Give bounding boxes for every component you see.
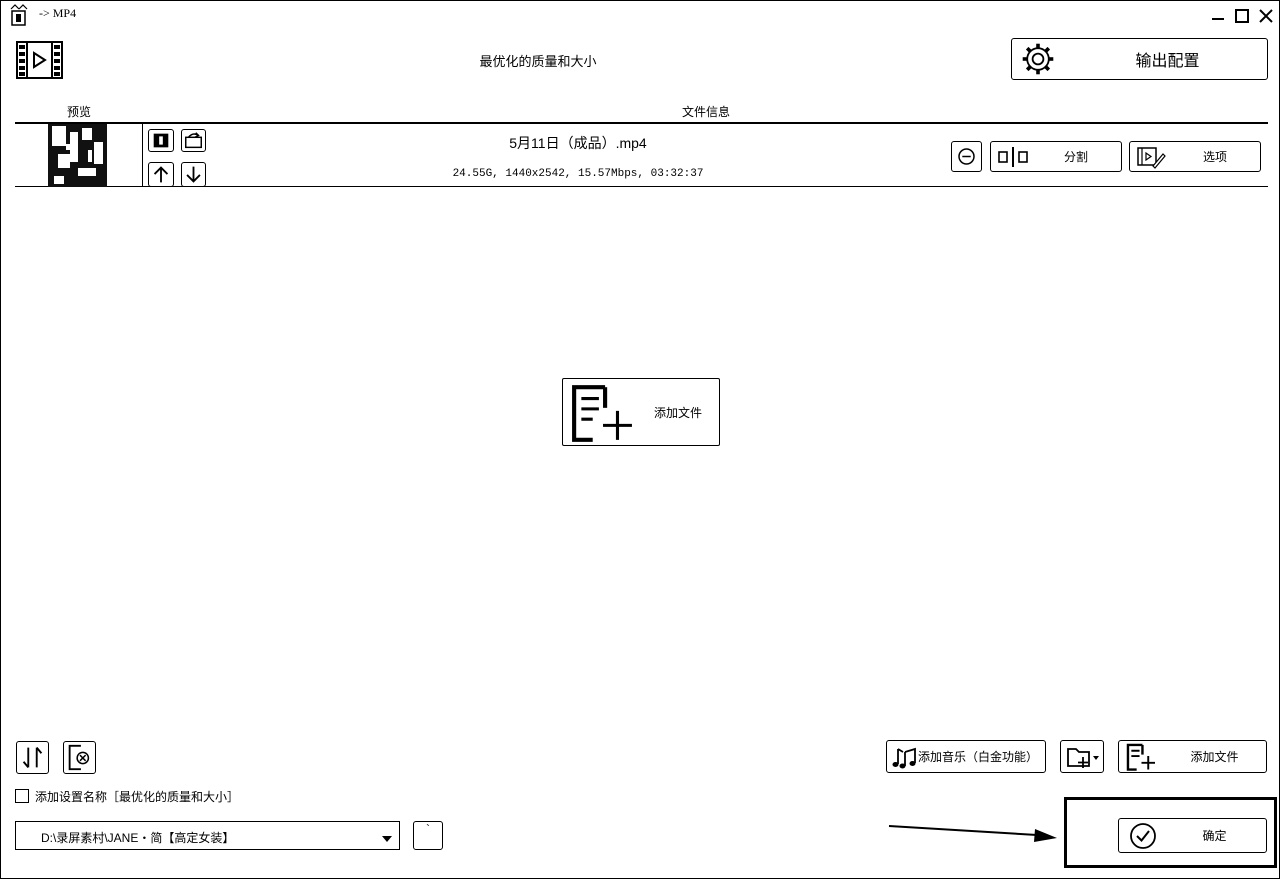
arrow-down-icon — [186, 166, 201, 183]
center-add-file-button[interactable]: 添加文件 — [562, 378, 720, 446]
browse-button[interactable]: ` — [413, 821, 443, 850]
output-path-value: D:\录屏素村\JANE・简【高定女装】 — [41, 831, 235, 845]
gear-icon — [1019, 41, 1057, 77]
add-setting-name-checkbox[interactable] — [15, 789, 29, 803]
video-edit-icon — [1136, 145, 1166, 169]
add-setting-name-label: 添加设置名称［最优化的质量和大小］ — [35, 790, 240, 804]
rotate-icon — [185, 132, 202, 149]
output-path-select[interactable]: D:\录屏素村\JANE・简【高定女装】 — [15, 821, 400, 850]
profile-title: 最优化的质量和大小 — [479, 54, 597, 69]
split-label: 分割 — [1063, 150, 1088, 164]
clear-list-button[interactable] — [63, 741, 96, 774]
remove-file-button[interactable] — [951, 141, 982, 172]
column-header-preview: 预览 — [66, 105, 91, 119]
options-button[interactable]: 选项 — [1129, 141, 1261, 172]
output-config-button[interactable]: 输出配置 — [1011, 38, 1268, 80]
folder-add-icon — [1065, 746, 1101, 769]
file-name: 5月11日（成品）.mp4 — [509, 135, 647, 151]
minimize-icon[interactable] — [1209, 7, 1227, 25]
add-file-button[interactable]: 添加文件 — [1118, 740, 1267, 773]
sort-icon — [22, 747, 43, 768]
file-plus-icon — [1124, 743, 1158, 771]
video-thumbnail[interactable] — [48, 124, 107, 187]
chevron-down-icon[interactable] — [381, 831, 393, 842]
add-music-label: 添加音乐（白金功能） — [918, 750, 1039, 764]
app-icon — [10, 4, 28, 26]
file-plus-icon — [570, 383, 634, 443]
browse-label: ` — [426, 822, 430, 836]
add-folder-button[interactable] — [1060, 740, 1104, 773]
move-down-button[interactable] — [181, 162, 206, 187]
rotate-button[interactable] — [181, 129, 206, 152]
center-add-file-label: 添加文件 — [653, 405, 702, 420]
output-config-label: 输出配置 — [1135, 53, 1200, 70]
minus-circle-icon — [958, 148, 975, 165]
split-button[interactable]: 分割 — [990, 141, 1122, 172]
sort-button[interactable] — [16, 741, 49, 774]
move-up-button[interactable] — [148, 162, 174, 187]
add-file-label: 添加文件 — [1190, 750, 1239, 764]
add-music-button[interactable]: 添加音乐（白金功能） — [886, 740, 1046, 773]
clear-file-icon — [68, 744, 90, 771]
close-icon[interactable] — [1257, 7, 1275, 25]
annotation-arrow — [887, 821, 1059, 847]
info-icon — [153, 133, 169, 148]
video-format-icon — [16, 41, 63, 79]
maximize-icon[interactable] — [1233, 7, 1251, 25]
column-header-file-info: 文件信息 — [681, 105, 730, 119]
window-title: -> MP4 — [39, 6, 77, 20]
annotation-highlight-box — [1064, 797, 1277, 868]
options-label: 选项 — [1202, 150, 1227, 164]
split-icon — [996, 146, 1030, 168]
convert-dialog-window: -> MP4 最优化的质量和大小 输出配置 预览 文件信息 5月11日（成品）.… — [0, 0, 1280, 879]
file-info-button[interactable] — [148, 129, 174, 152]
arrow-up-icon — [153, 166, 169, 183]
music-note-icon — [890, 744, 918, 770]
file-details: 24.55G, 1440x2542, 15.57Mbps, 03:32:37 — [452, 168, 704, 180]
